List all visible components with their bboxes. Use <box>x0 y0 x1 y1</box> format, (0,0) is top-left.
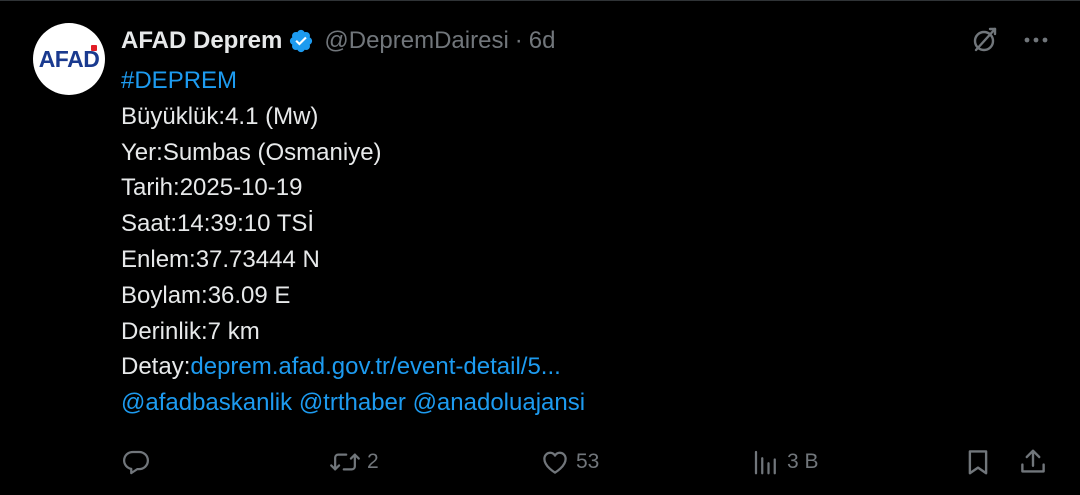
time-line: Saat:14:39:10 TSİ <box>121 210 315 238</box>
bookmark-icon <box>963 447 993 477</box>
reply-icon <box>121 447 151 477</box>
date-line: Tarih:2025-10-19 <box>121 174 303 202</box>
verified-badge-icon[interactable] <box>288 28 314 54</box>
display-name[interactable]: AFAD Deprem <box>121 27 282 55</box>
latitude-line: Enlem:37.73444 N <box>121 245 320 273</box>
afad-logo-mark <box>91 45 97 51</box>
bookmark-button[interactable] <box>963 444 993 480</box>
repost-count: 2 <box>367 450 379 473</box>
detail-link[interactable]: deprem.afad.gov.tr/event-detail/5... <box>190 353 560 380</box>
repost-button[interactable]: 2 <box>329 444 379 480</box>
magnitude-line: Büyüklük:4.1 (Mw) <box>121 102 319 130</box>
share-icon <box>1018 447 1048 477</box>
like-count: 53 <box>576 450 600 473</box>
share-button[interactable] <box>1018 444 1048 480</box>
top-actions <box>970 25 1050 55</box>
action-bar: 2 53 3 B <box>121 444 1051 480</box>
heart-icon <box>540 447 570 477</box>
mention-afadbaskanlik[interactable]: @afadbaskanlik <box>121 389 292 416</box>
views-button[interactable]: 3 B <box>751 444 819 480</box>
depth-line: Derinlik:7 km <box>121 317 260 345</box>
more-icon[interactable] <box>1022 26 1050 54</box>
mention-anadoluajansi[interactable]: @anadoluajansi <box>413 389 586 416</box>
tweet-header: AFAD Deprem @DepremDairesi · 6d <box>121 23 555 59</box>
timestamp[interactable]: 6d <box>529 27 556 55</box>
like-button[interactable]: 53 <box>540 444 599 480</box>
repost-icon <box>329 447 361 477</box>
reply-button[interactable] <box>121 444 157 480</box>
location-line: Yer:Sumbas (Osmaniye) <box>121 138 382 166</box>
detail-label: Detay: <box>121 353 191 381</box>
longitude-line: Boylam:36.09 E <box>121 281 291 309</box>
grok-icon[interactable] <box>970 25 1000 55</box>
avatar[interactable]: AFAD <box>33 23 105 95</box>
tweet-text: #DEPREM Büyüklük:4.1 (Mw) Yer:Sumbas (Os… <box>121 63 585 421</box>
tweet-card[interactable]: AFAD AFAD Deprem @DepremDairesi · 6d #DE… <box>0 0 1080 495</box>
views-icon <box>751 447 781 477</box>
handle[interactable]: @DepremDairesi <box>324 27 508 55</box>
hashtag-link[interactable]: #DEPREM <box>121 67 237 94</box>
separator-dot: · <box>514 27 523 54</box>
views-count: 3 B <box>787 450 819 473</box>
mention-trthaber[interactable]: @trthaber <box>299 389 406 416</box>
